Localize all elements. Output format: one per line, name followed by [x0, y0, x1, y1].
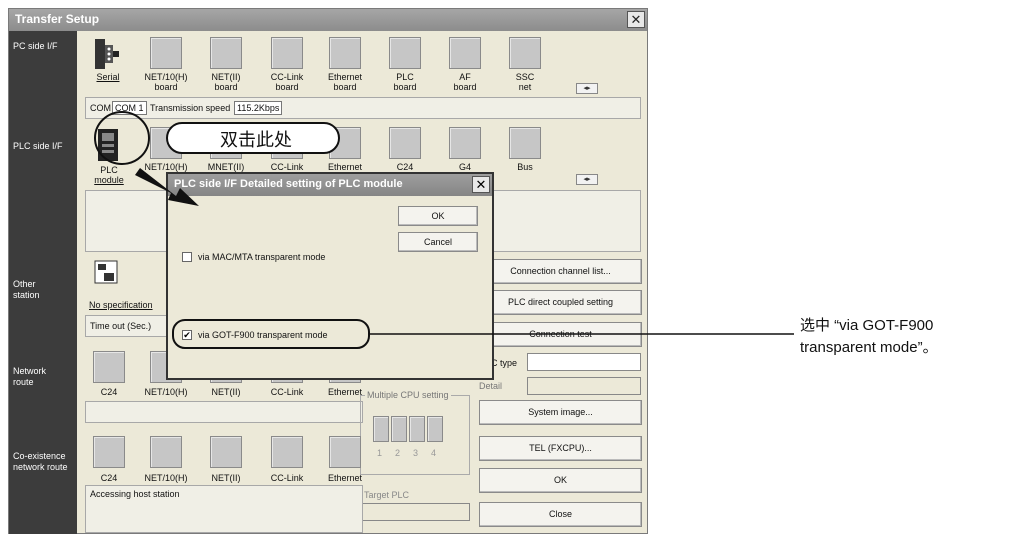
screenshot-stage: Transfer Setup ✕ PC side I/F PLC side I/… — [0, 0, 1027, 535]
callout-arrow — [135, 168, 199, 206]
plc-module-highlight-circle — [94, 111, 150, 165]
got-f900-highlight — [172, 319, 370, 349]
select-annotation-line1: 选中 “via GOT-F900 — [800, 317, 934, 334]
select-annotation-line2: transparent mode”。 — [800, 339, 938, 356]
annotation-overlay — [94, 111, 794, 349]
double-click-annotation: 双击此处 — [220, 130, 292, 150]
